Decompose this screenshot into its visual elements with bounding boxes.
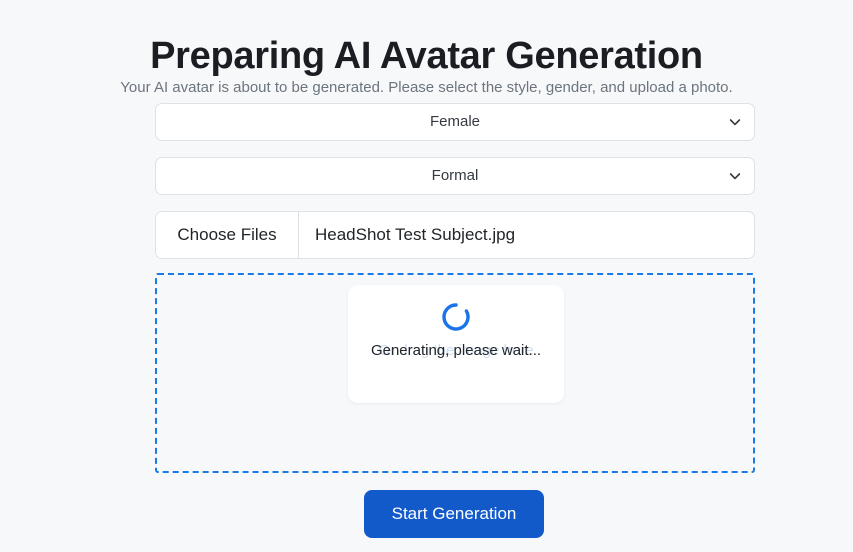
generation-status-text: Generating, please wait... bbox=[370, 342, 542, 359]
style-select[interactable]: Formal bbox=[155, 157, 755, 195]
loading-spinner-icon bbox=[440, 301, 472, 333]
start-generation-button[interactable]: Start Generation bbox=[364, 490, 544, 538]
page-subtitle: Your AI avatar is about to be generated.… bbox=[120, 79, 733, 96]
image-drop-zone[interactable]: Or drag the image here Generating, pleas… bbox=[155, 273, 755, 473]
chevron-down-icon bbox=[728, 115, 742, 129]
gender-select[interactable]: Female bbox=[155, 103, 755, 141]
style-select-value: Formal bbox=[431, 167, 479, 184]
selected-file-name: HeadShot Test Subject.jpg bbox=[315, 225, 516, 244]
image-preview-card: Or drag the image here Generating, pleas… bbox=[348, 285, 564, 403]
file-input[interactable]: Choose Files HeadShot Test Subject.jpg bbox=[155, 211, 755, 259]
page-root: Preparing AI Avatar Generation Your AI a… bbox=[0, 0, 853, 552]
chevron-down-icon bbox=[728, 169, 742, 183]
gender-select-value: Female bbox=[429, 113, 481, 130]
page-title: Preparing AI Avatar Generation bbox=[150, 35, 703, 78]
choose-files-button[interactable]: Choose Files bbox=[156, 212, 299, 258]
preview-text-stack: Or drag the image here Generating, pleas… bbox=[348, 341, 564, 361]
